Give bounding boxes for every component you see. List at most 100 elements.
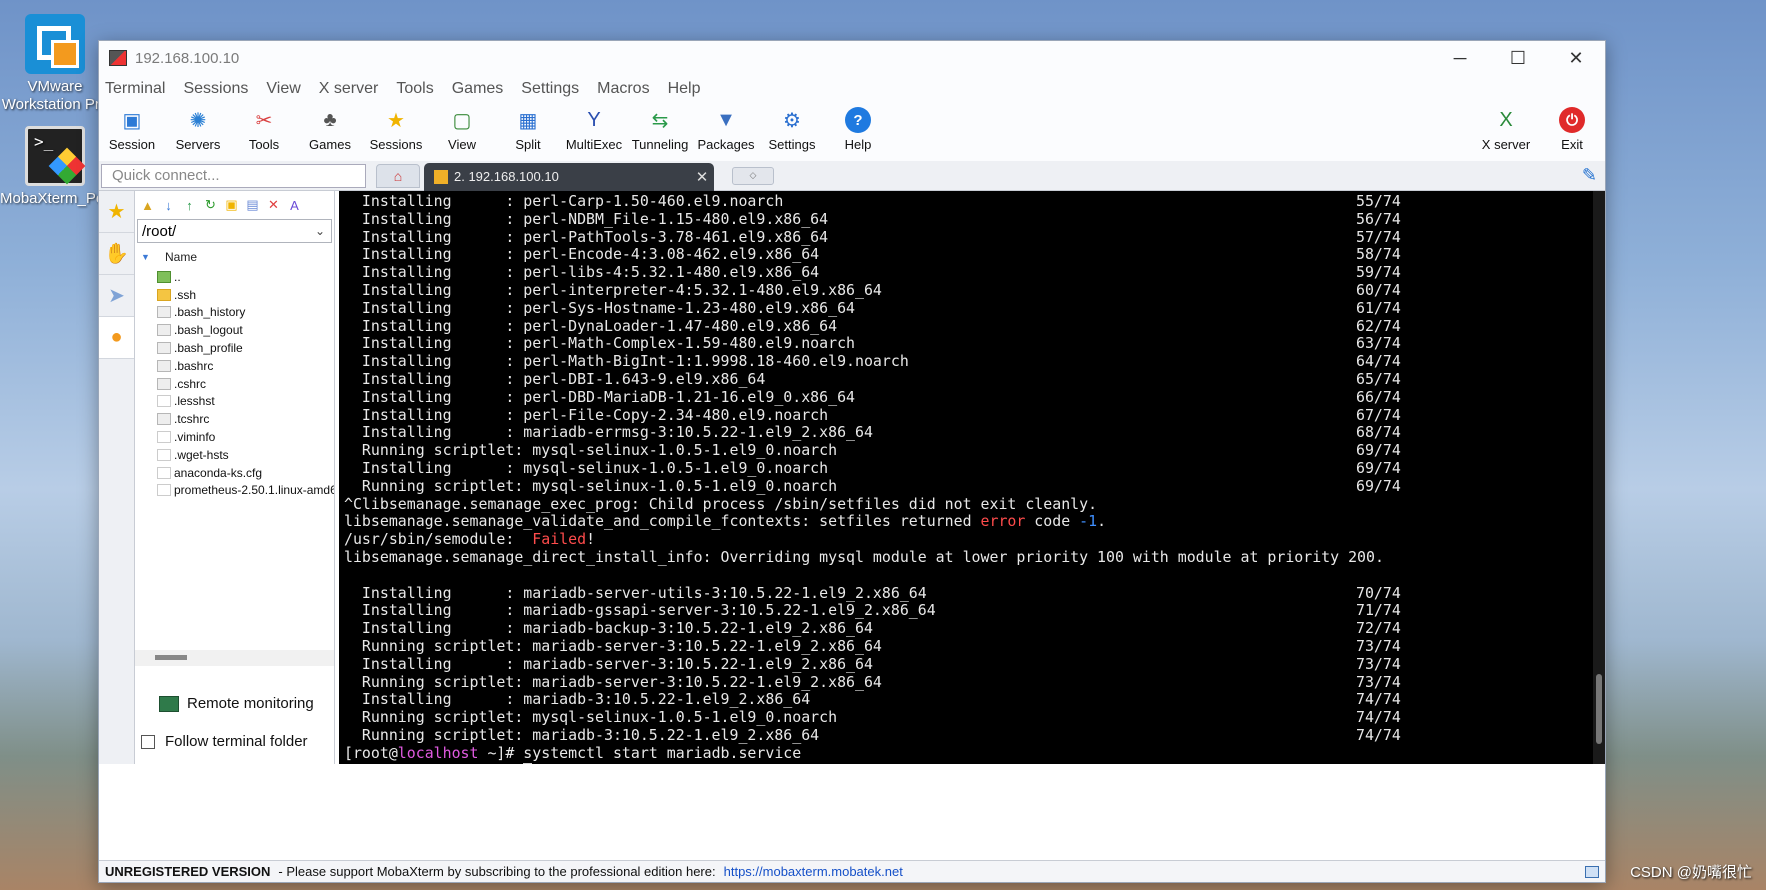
toolbar-button[interactable]: ▼ Packages <box>693 107 759 153</box>
menu-item[interactable]: Settings <box>521 80 579 98</box>
new-tab-icon: ◇ <box>749 170 757 180</box>
file-row[interactable]: prometheus-2.50.1.linux-amd64 <box>135 482 334 500</box>
title-bar[interactable]: 192.168.100.10 ─ ☐ ✕ <box>99 41 1605 75</box>
toolbar-button[interactable]: ♣ Games <box>297 107 363 153</box>
file-icon <box>157 359 171 372</box>
follow-terminal-folder[interactable]: Follow terminal folder <box>141 733 308 750</box>
file-icon <box>157 431 171 444</box>
file-row[interactable]: .ssh <box>135 286 334 304</box>
close-button[interactable]: ✕ <box>1547 41 1605 75</box>
toolbar-button[interactable]: ⏻ Exit <box>1539 107 1605 152</box>
file-row[interactable]: .wget-hsts <box>135 446 334 464</box>
menu-item[interactable]: Terminal <box>105 80 165 98</box>
scroll-thumb[interactable] <box>1596 674 1602 744</box>
file-row[interactable]: .bash_history <box>135 304 334 322</box>
menu-item[interactable]: Sessions <box>183 80 248 98</box>
file-row[interactable]: .viminfo <box>135 428 334 446</box>
terminal[interactable]: Installing : perl-Carp-1.50-460.el9.noar… <box>339 191 1605 764</box>
chevron-down-icon[interactable]: ⌄ <box>315 224 325 238</box>
side-tab-sftp[interactable]: ● <box>99 317 134 359</box>
desktop-icon-vmware[interactable]: VMware Workstation Pro <box>0 14 110 114</box>
terminal-text: Installing : mariadb-gssapi-server-3:10.… <box>344 601 936 620</box>
toolbar-button[interactable]: ✺ Servers <box>165 107 231 153</box>
progress-count: 60/74 <box>1356 280 1401 299</box>
toolbar-button[interactable]: ▣ Session <box>99 107 165 153</box>
file-row[interactable]: .. <box>135 268 334 286</box>
menu-item[interactable]: X server <box>319 80 379 98</box>
file-name: .bashrc <box>174 358 214 373</box>
new-file-icon[interactable]: ▤ <box>244 197 261 214</box>
file-row[interactable]: .tcshrc <box>135 410 334 428</box>
path-field[interactable]: /root/ ⌄ <box>137 219 332 243</box>
file-name: .tcshrc <box>174 412 210 427</box>
menu-item[interactable]: Tools <box>396 80 433 98</box>
attachment-icon[interactable]: ✎ <box>1582 165 1597 186</box>
toolbar-button[interactable]: ▢ View <box>429 107 495 153</box>
tools-icon: ✂ <box>255 109 273 132</box>
toolbar-label: Session <box>108 137 156 152</box>
quick-connect-input[interactable]: Quick connect... <box>101 163 366 188</box>
terminal-text: Installing : mariadb-server-utils-3:10.5… <box>344 583 927 602</box>
watermark: CSDN @奶嘴很忙 <box>1630 864 1752 881</box>
path-value: /root/ <box>142 222 177 240</box>
ssh-icon <box>434 169 448 184</box>
file-row[interactable]: .bash_logout <box>135 321 334 339</box>
upload-icon[interactable]: ↑ <box>181 197 198 214</box>
follow-checkbox[interactable] <box>141 734 155 749</box>
terminal-text: Running scriptlet: mysql-selinux-1.0.5-1… <box>344 708 838 727</box>
terminal-line: Installing : perl-DBD-MariaDB-1.21-16.el… <box>344 388 1605 407</box>
toolbar-button[interactable]: ? Help <box>825 107 891 152</box>
side-tab-sessions[interactable]: ★ <box>99 191 134 233</box>
file-row[interactable]: .bash_profile <box>135 339 334 357</box>
menu-item[interactable]: View <box>266 80 300 98</box>
maximize-button[interactable]: ☐ <box>1489 41 1547 75</box>
menu-item[interactable]: Help <box>668 80 701 98</box>
file-row[interactable]: anaconda-ks.cfg <box>135 464 334 482</box>
toolbar-button[interactable]: ★ Sessions <box>363 107 429 153</box>
vertical-scrollbar[interactable] <box>1593 191 1605 764</box>
menu-item[interactable]: Games <box>452 80 504 98</box>
star-icon: ★ <box>107 201 126 223</box>
file-icon <box>157 395 171 408</box>
new-tab-button[interactable]: ◇ <box>732 166 774 185</box>
sftp-browser: ▲ ↓ ↑ ↻ ▣ ▤ ✕ A /root/ ⌄ ▼ Name .. .ssh .b… <box>135 191 335 764</box>
column-header[interactable]: ▼ Name <box>135 246 334 268</box>
download-icon[interactable]: ↓ <box>160 197 177 214</box>
website-link[interactable]: https://mobaxterm.mobatek.net <box>724 864 903 879</box>
file-row[interactable]: .bashrc <box>135 357 334 375</box>
go-up-icon[interactable]: ▲ <box>139 197 156 214</box>
session-tab[interactable]: 2. 192.168.100.10 ✕ <box>424 162 714 191</box>
new-folder-icon[interactable]: ▣ <box>223 197 240 214</box>
minimize-button[interactable]: ─ <box>1431 41 1489 75</box>
remote-monitoring-button[interactable]: Remote monitoring <box>159 695 314 712</box>
desktop-icon-mobaxterm[interactable]: MobaXterm_Personal_2... <box>0 126 174 208</box>
terminal-line: Running scriptlet: mariadb-server-3:10.5… <box>344 637 1605 656</box>
toolbar-button[interactable]: ⇆ Tunneling <box>627 107 693 153</box>
terminal-text: . <box>1097 512 1107 531</box>
progress-count: 61/74 <box>1356 298 1401 317</box>
file-row[interactable]: .lesshst <box>135 393 334 411</box>
home-tab[interactable]: ⌂ <box>376 163 420 188</box>
toolbar-button[interactable]: ✂ Tools <box>231 107 297 153</box>
terminal-line: Installing : perl-Sys-Hostname-1.23-480.… <box>344 298 1605 318</box>
progress-count: 55/74 <box>1356 192 1401 210</box>
side-tab-macros[interactable]: ➤ <box>99 275 134 317</box>
terminal-text: Installing : perl-PathTools-3.78-461.el9… <box>344 227 829 246</box>
delete-icon[interactable]: ✕ <box>265 197 282 214</box>
scroll-thumb[interactable] <box>155 655 187 660</box>
sort-icon: ▼ <box>141 252 150 262</box>
toolbar-button[interactable]: ▦ Split <box>495 107 561 153</box>
side-tab-tools[interactable]: ✋ <box>99 233 134 275</box>
file-row[interactable]: .cshrc <box>135 375 334 393</box>
file-name: anaconda-ks.cfg <box>174 465 263 480</box>
toolbar-button[interactable]: Y MultiExec <box>561 107 627 153</box>
terminal-text: Running scriptlet: mariadb-3:10.5.22-1.e… <box>344 725 820 744</box>
tab-close-icon[interactable]: ✕ <box>690 168 714 186</box>
horizontal-scrollbar[interactable] <box>135 650 334 666</box>
toolbar-button[interactable]: X X server <box>1473 107 1539 153</box>
rename-icon[interactable]: A <box>286 197 303 214</box>
refresh-icon[interactable]: ↻ <box>202 197 219 214</box>
menu-item[interactable]: Macros <box>597 80 649 98</box>
toolbar-button[interactable]: ⚙ Settings <box>759 107 825 153</box>
